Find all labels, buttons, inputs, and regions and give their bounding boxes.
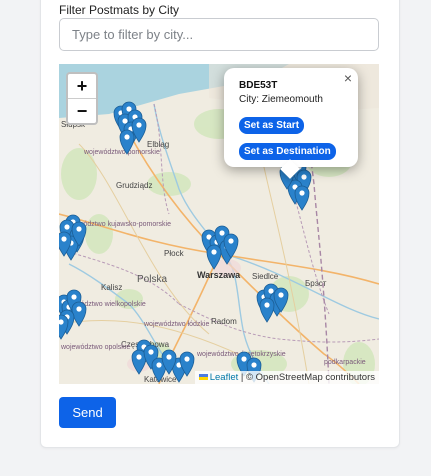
map-label-warszawa: Warszawa bbox=[197, 270, 241, 280]
postmat-marker-icon[interactable] bbox=[59, 314, 69, 340]
map-attribution: Leaflet | © OpenStreetMap contributors bbox=[194, 371, 379, 384]
postmat-marker-icon[interactable] bbox=[259, 297, 275, 323]
map-label-radom: Radom bbox=[211, 317, 237, 326]
attribution-separator: | © bbox=[238, 372, 256, 383]
set-as-destination-button[interactable]: Set as Destination bbox=[239, 143, 336, 160]
map-label-woj-podkarpackie: podkarpackie bbox=[324, 359, 366, 366]
send-button[interactable]: Send bbox=[59, 397, 116, 428]
map-label-siedlce: Siedlce bbox=[252, 272, 279, 281]
map-label-kalisz: Kalisz bbox=[101, 283, 122, 292]
zoom-in-button[interactable]: + bbox=[68, 74, 96, 98]
zoom-out-button[interactable]: − bbox=[68, 98, 96, 123]
map-label-polska: Polska bbox=[137, 274, 167, 285]
map[interactable]: Słupsk Elbląg województwo pomorskie Grud… bbox=[59, 64, 379, 384]
set-as-start-button[interactable]: Set as Start bbox=[239, 117, 305, 134]
city-filter-input[interactable] bbox=[59, 18, 379, 51]
map-label-brest: Брэст bbox=[305, 279, 327, 288]
ukraine-flag-icon bbox=[198, 374, 208, 381]
zoom-control: + − bbox=[66, 72, 98, 125]
map-label-elblag: Elbląg bbox=[147, 140, 169, 149]
osm-link[interactable]: OpenStreetMap contributors bbox=[256, 372, 375, 383]
postmat-popup: × BDE53T City: Ziemeomouth Set as Start … bbox=[224, 68, 358, 167]
map-label-grudziadz: Grudziądz bbox=[116, 181, 152, 190]
postmat-marker-icon[interactable] bbox=[294, 185, 310, 211]
map-label-woj-opolskie: województwo opolskie bbox=[60, 344, 130, 351]
map-label-plock: Płock bbox=[164, 249, 185, 258]
popup-city: City: Ziemeomouth bbox=[239, 94, 323, 105]
map-label-woj-pomorskie: województwo pomorskie bbox=[83, 149, 160, 156]
map-label-woj-lodzkie: województwo łódzkie bbox=[143, 321, 209, 328]
leaflet-link[interactable]: Leaflet bbox=[210, 372, 239, 383]
popup-close-icon[interactable]: × bbox=[344, 70, 352, 86]
popup-postmat-id: BDE53T bbox=[239, 80, 278, 91]
filter-label: Filter Postmats by City bbox=[59, 3, 180, 17]
